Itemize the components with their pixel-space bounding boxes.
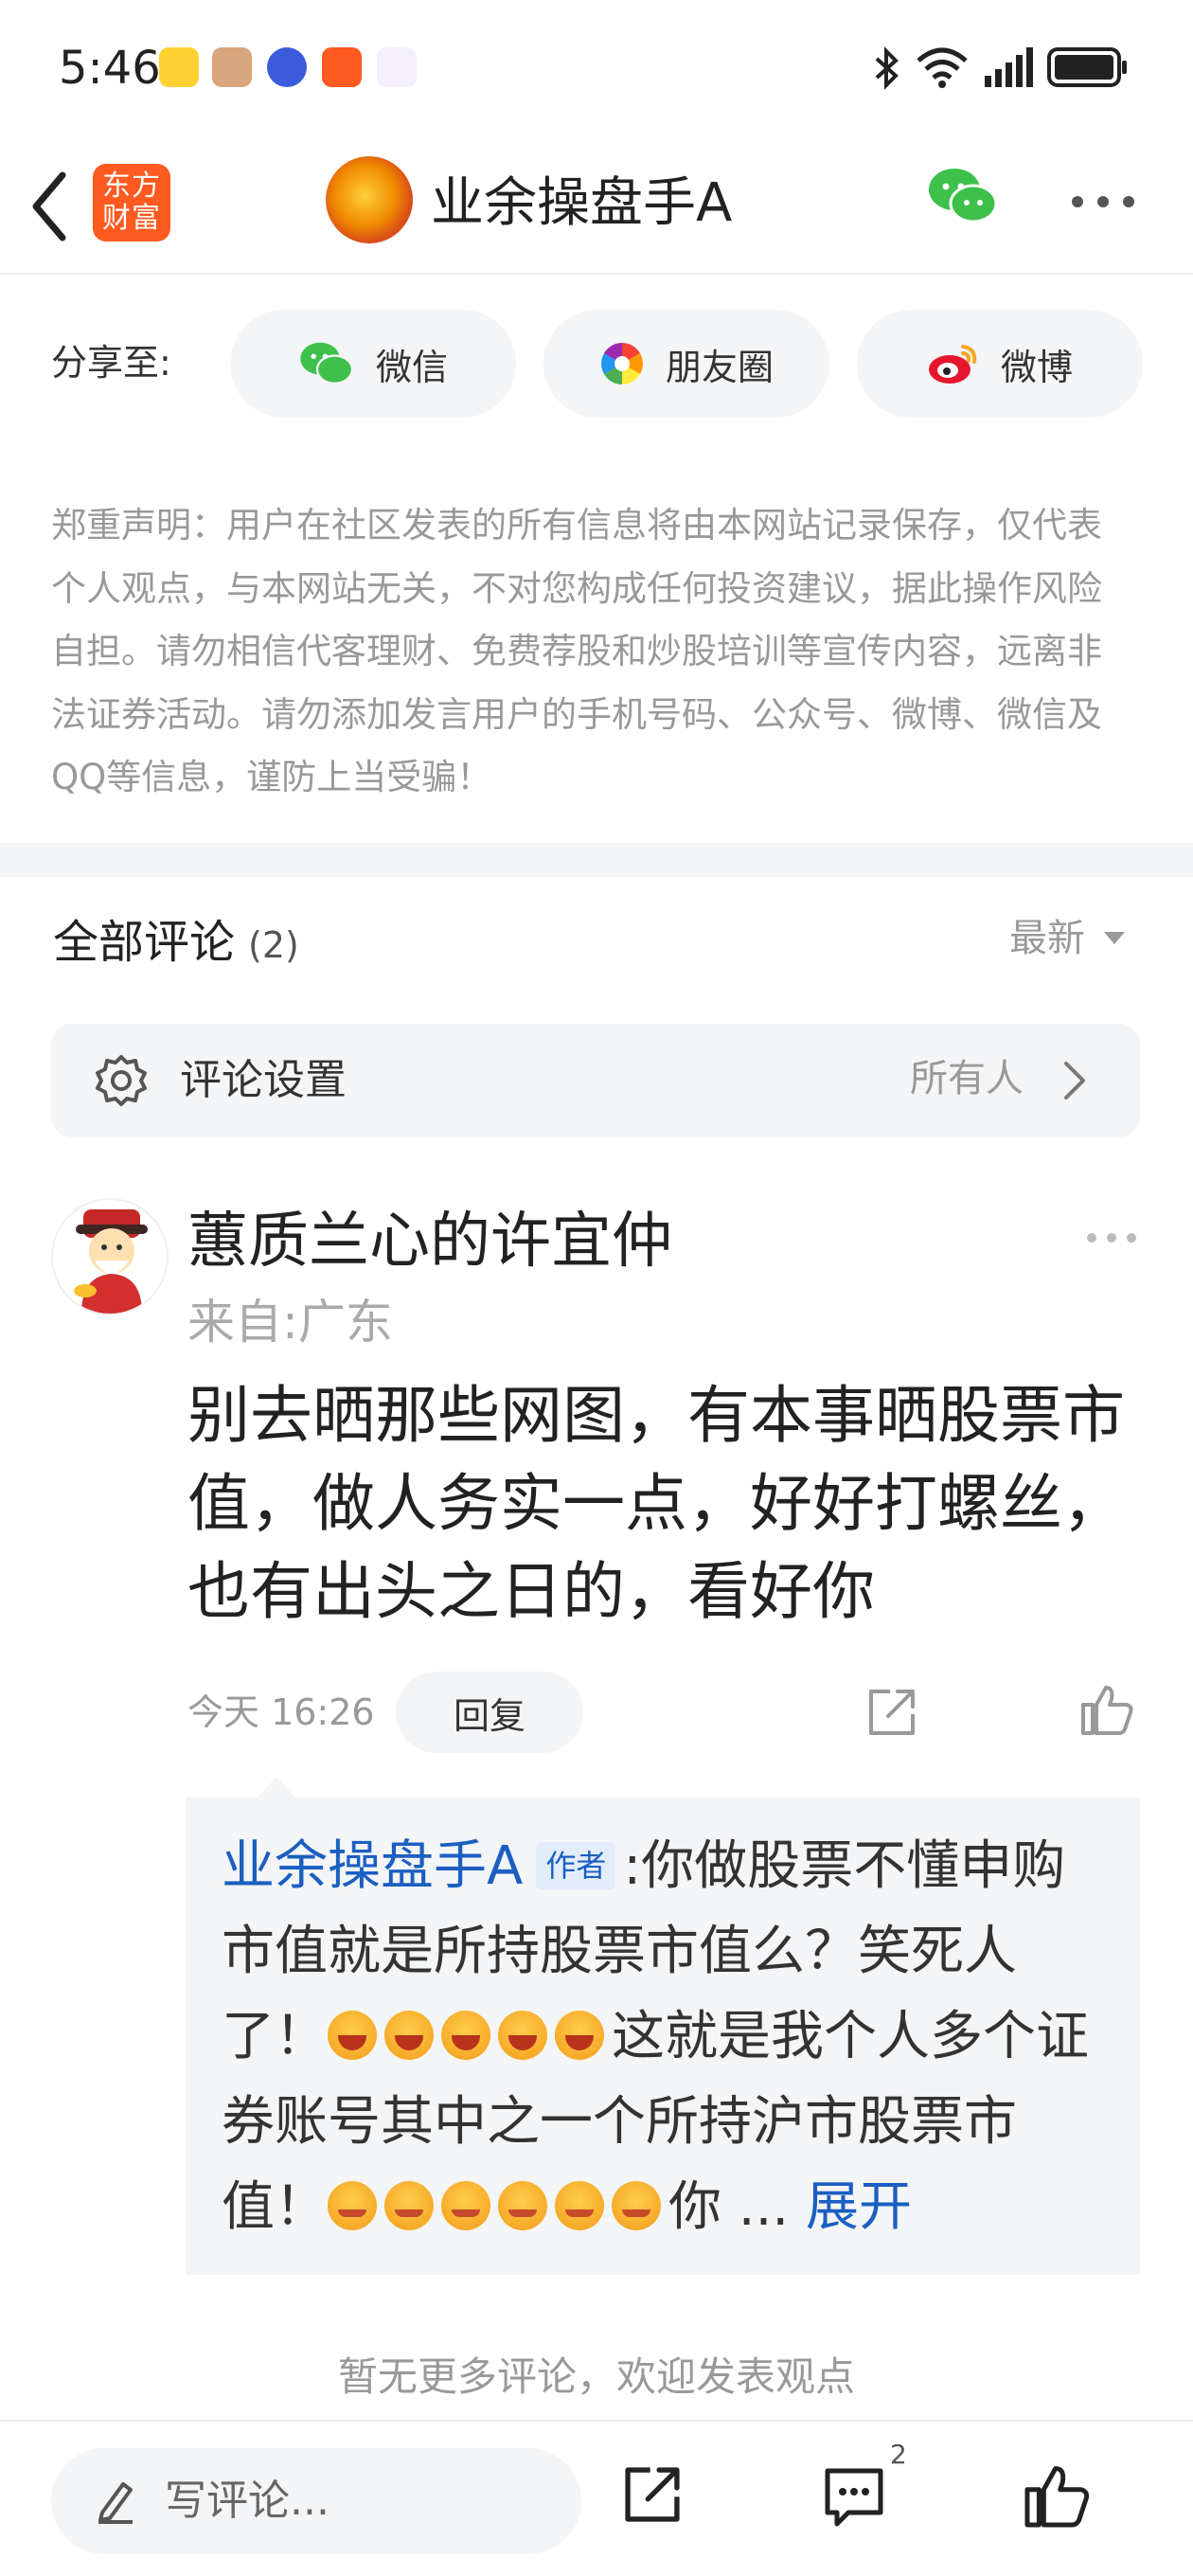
author-avatar[interactable] xyxy=(326,156,413,243)
comment-input-placeholder: 写评论... xyxy=(165,2477,329,2525)
signal-icon xyxy=(985,47,1033,87)
commenter-location: 来自:广东 xyxy=(187,1295,393,1350)
comment-body: 别去晒那些网图，有本事晒股票市值，做人务实一点，好好打螺丝，也有出头之日的，看好… xyxy=(187,1379,1125,1628)
laugh-emoji-icon xyxy=(328,2011,377,2060)
like-icon[interactable] xyxy=(1023,2461,1091,2530)
gear-icon xyxy=(96,1055,147,1106)
share-weibo-label: 微博 xyxy=(1000,346,1073,388)
app-icon xyxy=(322,47,362,87)
comment-settings-label: 评论设置 xyxy=(180,1056,347,1104)
status-bar: 5:46 xyxy=(0,0,1193,137)
comments-header: 全部评论 (2) xyxy=(53,909,299,978)
reply-box: 业余操盘手A 作者:你做股票不懂申购市值就是所持股票市值么？笑死人了！ 这就是我个人… xyxy=(186,1798,1140,2275)
back-button[interactable] xyxy=(27,166,74,247)
page-title: 业余操盘手A xyxy=(431,172,733,234)
blush-emoji-icon xyxy=(441,2181,490,2230)
like-icon[interactable] xyxy=(1079,1682,1134,1737)
blush-emoji-icon xyxy=(555,2181,604,2230)
reply-button[interactable]: 回复 xyxy=(396,1672,583,1753)
share-icon[interactable] xyxy=(865,1686,918,1739)
share-weibo-button[interactable]: 微博 xyxy=(857,310,1143,418)
laugh-emoji-group xyxy=(328,2006,612,2067)
reply-button-label: 回复 xyxy=(453,1694,525,1737)
sort-label: 最新 xyxy=(1009,917,1085,960)
bottom-bar: 写评论... 2 xyxy=(0,2420,1193,2576)
status-time: 5:46 xyxy=(59,42,161,95)
weibo-icon xyxy=(159,47,199,87)
reply-author[interactable]: 业余操盘手A xyxy=(222,1835,523,1897)
expand-link[interactable]: 展开 xyxy=(806,2176,912,2238)
comments-title: 全部评论 xyxy=(53,916,236,969)
laugh-emoji-icon xyxy=(441,2011,490,2060)
blush-emoji-group xyxy=(328,2176,668,2238)
reply-pointer xyxy=(256,1777,297,1799)
commenter-avatar[interactable] xyxy=(51,1198,169,1315)
bluetooth-icon xyxy=(875,46,899,90)
reply-text: 业余操盘手A 作者:你做股票不懂申购市值就是所持股票市值么？笑死人了！ 这就是我个人… xyxy=(222,1824,1112,2250)
tieba-icon xyxy=(267,47,307,87)
comment-settings-value: 所有人 xyxy=(910,1057,1024,1100)
god-of-wealth-avatar-icon xyxy=(74,1209,148,1314)
comments-count: (2) xyxy=(248,924,299,966)
share-moments-button[interactable]: 朋友圈 xyxy=(543,310,829,418)
pencil-icon xyxy=(98,2482,133,2524)
comment-time: 今天 16:26 xyxy=(187,1691,375,1733)
wechat-icon[interactable] xyxy=(926,166,1000,226)
nav-bar: 东方财富 业余操盘手A xyxy=(0,137,1193,275)
comment-input[interactable]: 写评论... xyxy=(51,2448,581,2554)
wifi-icon xyxy=(917,47,968,88)
blush-emoji-icon xyxy=(384,2181,434,2230)
app-logo[interactable]: 东方财富 xyxy=(93,164,170,242)
comment-icon[interactable] xyxy=(820,2463,888,2531)
commenter-username[interactable]: 蕙质兰心的许宜仲 xyxy=(187,1199,672,1284)
share-label: 分享至: xyxy=(51,342,171,384)
video-icon xyxy=(377,47,417,87)
chevron-right-icon xyxy=(1064,1062,1085,1100)
author-tag: 作者 xyxy=(536,1842,616,1889)
laugh-emoji-icon xyxy=(498,2011,547,2060)
avatar-icon xyxy=(212,47,252,87)
more-horizontal-icon[interactable] xyxy=(1070,194,1136,209)
weibo-icon xyxy=(928,345,977,384)
disclaimer-text: 郑重声明：用户在社区发表的所有信息将由本网站记录保存，仅代表个人观点，与本网站无… xyxy=(51,505,1102,797)
caret-down-icon xyxy=(1104,932,1125,944)
blush-emoji-icon xyxy=(612,2181,661,2230)
section-divider xyxy=(0,843,1193,877)
share-wechat-button[interactable]: 微信 xyxy=(230,310,516,418)
comment-count-badge: 2 xyxy=(890,2439,907,2470)
wechat-icon xyxy=(300,342,354,385)
share-icon[interactable] xyxy=(621,2463,684,2526)
blush-emoji-icon xyxy=(328,2181,377,2230)
sort-dropdown[interactable]: 最新 xyxy=(1009,909,1125,968)
share-wechat-label: 微信 xyxy=(375,346,448,388)
more-horizontal-icon[interactable] xyxy=(1085,1231,1138,1244)
battery-icon xyxy=(1047,47,1127,87)
comment-settings-row[interactable]: 评论设置 所有人 xyxy=(51,1024,1140,1137)
reply-text-part3: 你 ... xyxy=(668,2176,790,2238)
blush-emoji-icon xyxy=(498,2181,547,2230)
no-more-comments: 暂无更多评论，欢迎发表观点 xyxy=(337,2353,855,2400)
app-logo-text: 东方财富 xyxy=(102,170,161,235)
laugh-emoji-icon xyxy=(384,2011,434,2060)
laugh-emoji-icon xyxy=(555,2011,604,2060)
moments-icon xyxy=(601,343,643,385)
share-moments-label: 朋友圈 xyxy=(665,346,774,388)
